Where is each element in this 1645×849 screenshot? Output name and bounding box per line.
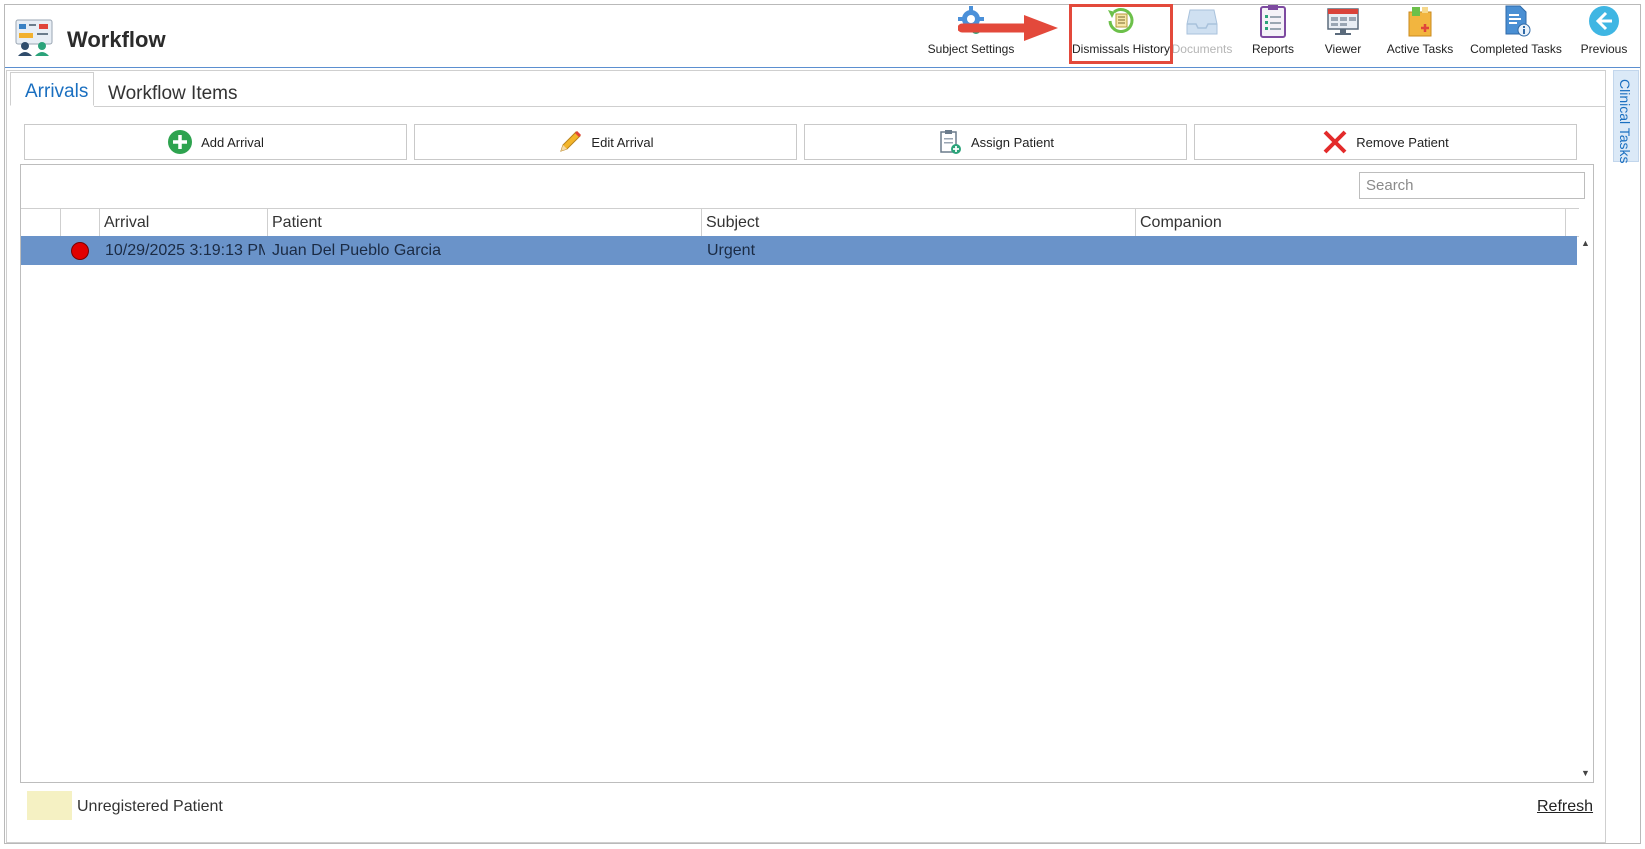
viewer-label: Viewer [1324,42,1362,56]
edit-arrival-label: Edit Arrival [591,134,654,150]
tab-workflow-items[interactable]: Workflow Items [94,72,264,106]
completed-tasks-icon [1505,5,1531,37]
remove-patient-button[interactable]: Remove Patient [1194,124,1577,160]
pencil-icon [560,130,582,152]
previous-button[interactable]: Previous [1575,4,1633,60]
completed-tasks-button[interactable]: Completed Tasks [1466,4,1566,60]
assign-patient-button[interactable]: Assign Patient [804,124,1187,160]
status-indicator-icon [71,242,89,260]
reports-button[interactable]: Reports [1241,4,1305,60]
grid-header: Arrival Patient Subject Companion [21,208,1579,237]
unregistered-legend-label: Unregistered Patient [77,798,223,815]
workflow-app-icon [15,19,53,56]
scroll-down-icon[interactable]: ▼ [1581,768,1590,778]
close-x-icon [1323,130,1347,154]
monitor-viewer-icon [1327,8,1359,35]
clinical-tasks-label: Clinical Tasks [1617,79,1633,164]
subject-settings-label: Subject Settings [927,42,1015,56]
row-subject: Urgent [707,242,756,259]
scroll-up-icon[interactable]: ▲ [1581,238,1590,248]
search-input[interactable] [1359,172,1585,199]
header-companion[interactable]: Companion [1135,209,1565,236]
tab-divider [94,106,1605,107]
add-arrival-label: Add Arrival [201,134,264,150]
header-patient[interactable]: Patient [267,209,701,236]
active-tasks-label: Active Tasks [1386,42,1454,56]
clipboard-add-icon [940,130,961,154]
header-subject[interactable]: Subject [701,209,1135,236]
vertical-scrollbar[interactable]: ▲ ▼ [1577,236,1593,782]
plus-circle-icon [168,130,193,154]
header-cell-scroll [1565,209,1579,236]
edit-arrival-button[interactable]: Edit Arrival [414,124,797,160]
header-cell-empty-2 [60,209,99,236]
header-arrival[interactable]: Arrival [99,209,267,236]
documents-button[interactable]: Documents [1170,4,1234,60]
row-patient: Juan Del Pueblo Garcia [272,242,441,259]
unregistered-legend-swatch [27,791,72,820]
viewer-button[interactable]: Viewer [1311,4,1375,60]
inbox-tray-icon [1186,9,1218,35]
previous-label: Previous [1580,42,1628,56]
row-companion [1141,236,1561,265]
header-cell-empty-1 [21,209,60,236]
clinical-tasks-side-tab[interactable]: Clinical Tasks [1613,70,1639,164]
app-title: Workflow [67,27,166,52]
row-arrival: 10/29/2025 3:19:13 PM [105,242,265,259]
annotation-arrow-icon [958,15,1058,41]
active-tasks-button[interactable]: Active Tasks [1381,4,1459,60]
completed-tasks-label: Completed Tasks [1470,42,1562,56]
remove-patient-label: Remove Patient [1356,134,1449,150]
reports-label: Reports [1251,42,1295,56]
active-tasks-icon [1408,7,1432,37]
table-row[interactable]: 10/29/2025 3:19:13 PM Juan Del Pueblo Ga… [21,236,1577,265]
documents-label: Documents [1171,42,1233,56]
clipboard-report-icon [1260,5,1286,38]
tab-arrivals[interactable]: Arrivals [10,72,94,106]
add-arrival-button[interactable]: Add Arrival [24,124,407,160]
refresh-link[interactable]: Refresh [1537,798,1593,816]
back-arrow-icon [1589,6,1619,36]
assign-patient-label: Assign Patient [970,134,1055,150]
annotation-highlight-box [1069,4,1173,64]
